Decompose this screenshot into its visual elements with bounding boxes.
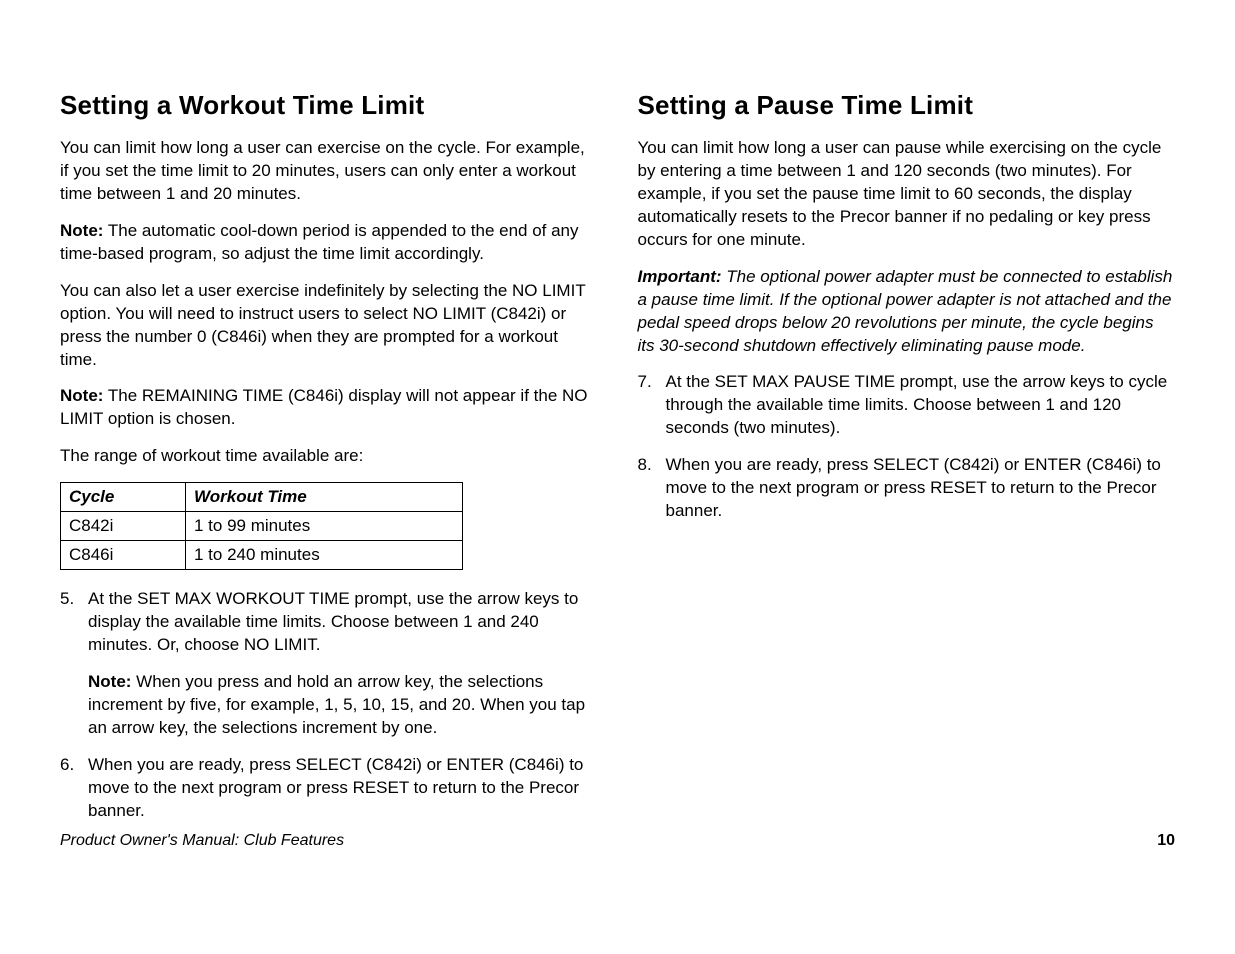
footer-title: Product Owner's Manual: Club Features bbox=[60, 832, 344, 850]
workout-time-table: Cycle Workout Time C842i 1 to 99 minutes… bbox=[60, 482, 463, 570]
note-body: The automatic cool-down period is append… bbox=[60, 221, 579, 263]
list-item: 5. At the SET MAX WORKOUT TIME prompt, u… bbox=[60, 588, 598, 740]
step-note: Note: When you press and hold an arrow k… bbox=[88, 671, 598, 740]
note-label: Note: bbox=[88, 672, 131, 691]
left-column: Setting a Workout Time Limit You can lim… bbox=[60, 90, 598, 837]
table-row: C842i 1 to 99 minutes bbox=[61, 512, 463, 541]
step-number: 8. bbox=[638, 454, 652, 477]
table-cell: C842i bbox=[61, 512, 186, 541]
paragraph: The range of workout time available are: bbox=[60, 445, 598, 468]
note-label: Note: bbox=[60, 221, 103, 240]
paragraph: You can limit how long a user can exerci… bbox=[60, 137, 598, 206]
list-item: 6. When you are ready, press SELECT (C84… bbox=[60, 754, 598, 823]
step-number: 6. bbox=[60, 754, 74, 777]
heading-workout-time-limit: Setting a Workout Time Limit bbox=[60, 90, 598, 121]
important-paragraph: Important: The optional power adapter mu… bbox=[638, 266, 1176, 358]
page: Setting a Workout Time Limit You can lim… bbox=[0, 0, 1235, 954]
note-body: When you press and hold an arrow key, th… bbox=[88, 672, 585, 737]
step-list: 7. At the SET MAX PAUSE TIME prompt, use… bbox=[638, 371, 1176, 523]
table-header-row: Cycle Workout Time bbox=[61, 483, 463, 512]
step-body: At the SET MAX PAUSE TIME prompt, use th… bbox=[666, 372, 1168, 437]
note-body: The REMAINING TIME (C846i) display will … bbox=[60, 386, 588, 428]
note-paragraph: Note: The automatic cool-down period is … bbox=[60, 220, 598, 266]
paragraph: You can also let a user exercise indefin… bbox=[60, 280, 598, 372]
right-column: Setting a Pause Time Limit You can limit… bbox=[638, 90, 1176, 837]
step-body: At the SET MAX WORKOUT TIME prompt, use … bbox=[88, 589, 578, 654]
important-label: Important: bbox=[638, 267, 722, 286]
table-header-workout-time: Workout Time bbox=[186, 483, 463, 512]
note-label: Note: bbox=[60, 386, 103, 405]
two-column-layout: Setting a Workout Time Limit You can lim… bbox=[60, 90, 1175, 837]
table-cell: 1 to 240 minutes bbox=[186, 541, 463, 570]
page-number: 10 bbox=[1157, 832, 1175, 850]
table-cell: C846i bbox=[61, 541, 186, 570]
step-body: When you are ready, press SELECT (C842i)… bbox=[88, 755, 583, 820]
step-number: 7. bbox=[638, 371, 652, 394]
page-footer: Product Owner's Manual: Club Features 10 bbox=[60, 832, 1175, 850]
heading-pause-time-limit: Setting a Pause Time Limit bbox=[638, 90, 1176, 121]
step-number: 5. bbox=[60, 588, 74, 611]
list-item: 7. At the SET MAX PAUSE TIME prompt, use… bbox=[638, 371, 1176, 440]
step-body: When you are ready, press SELECT (C842i)… bbox=[666, 455, 1161, 520]
step-list: 5. At the SET MAX WORKOUT TIME prompt, u… bbox=[60, 588, 598, 822]
list-item: 8. When you are ready, press SELECT (C84… bbox=[638, 454, 1176, 523]
table-cell: 1 to 99 minutes bbox=[186, 512, 463, 541]
paragraph: You can limit how long a user can pause … bbox=[638, 137, 1176, 252]
table-row: C846i 1 to 240 minutes bbox=[61, 541, 463, 570]
table-header-cycle: Cycle bbox=[61, 483, 186, 512]
note-paragraph: Note: The REMAINING TIME (C846i) display… bbox=[60, 385, 598, 431]
